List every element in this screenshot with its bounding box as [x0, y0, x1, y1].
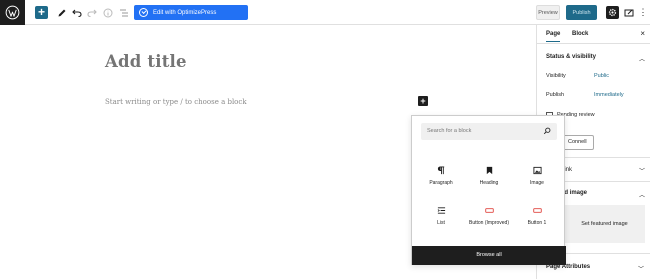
details-button[interactable] [102, 5, 114, 20]
paragraph-icon [437, 165, 444, 174]
redo-icon [87, 9, 97, 17]
search-icon [543, 127, 551, 135]
list-view-icon [120, 9, 128, 16]
chevron-down-icon[interactable]: ﹀ [638, 264, 644, 273]
heading-icon [486, 166, 492, 174]
publish-label: Publish [546, 92, 565, 98]
block-item-paragraph[interactable]: Paragraph [417, 164, 465, 200]
gear-icon [608, 8, 617, 17]
browse-all-button[interactable]: Browse all [412, 246, 566, 265]
redo-button[interactable] [86, 5, 98, 20]
block-item-button-1[interactable]: Button 1 [513, 204, 561, 240]
block-inserter-popover: Search for a block Paragraph Heading Ima… [411, 115, 566, 265]
wordpress-logo-button[interactable] [0, 0, 25, 25]
block-item-heading[interactable]: Heading [465, 164, 513, 200]
editor-toolbar: + Edit with OptimizePress Preview Publis… [0, 0, 650, 25]
publish-date-value[interactable]: Immediately [594, 92, 624, 98]
optimizepress-label: Edit with OptimizePress [153, 9, 217, 16]
block-item-button-improved[interactable]: Button (Improved) [465, 204, 513, 240]
block-item-label: List [437, 220, 445, 226]
more-options-button[interactable]: ⋮ [639, 5, 648, 20]
visibility-label: Visibility [546, 73, 566, 79]
block-search-placeholder: Search for a block [427, 128, 472, 134]
chevron-up-icon[interactable]: ︿ [639, 54, 645, 63]
add-block-button[interactable]: + [35, 6, 48, 19]
wordpress-icon [5, 5, 20, 20]
image-icon [532, 166, 542, 174]
tab-page[interactable]: Page [546, 31, 561, 42]
undo-icon [72, 9, 82, 17]
info-icon [103, 8, 113, 17]
tab-block[interactable]: Block [572, 31, 588, 37]
block-item-label: Button (Improved) [468, 220, 510, 226]
inline-add-block-button[interactable]: + [418, 96, 428, 106]
settings-button[interactable] [606, 6, 619, 19]
publish-button[interactable]: Publish [566, 5, 597, 20]
block-placeholder[interactable]: Start writing or type / to choose a bloc… [105, 98, 247, 106]
chevron-up-icon[interactable]: ︿ [639, 190, 645, 199]
button-icon [532, 207, 542, 213]
chevron-down-icon: ﹀ [638, 169, 645, 175]
block-item-label: Button 1 [527, 220, 547, 226]
edit-panel-icon [624, 9, 634, 16]
post-title-input[interactable]: Add title [105, 52, 187, 71]
undo-button[interactable] [71, 5, 83, 20]
block-item-image[interactable]: Image [513, 164, 561, 200]
optimizepress-panel-button[interactable] [624, 5, 634, 20]
sidebar-tabs: Page Block × [537, 25, 650, 44]
edit-with-optimizepress-button[interactable]: Edit with OptimizePress [134, 5, 248, 20]
list-view-button[interactable] [118, 5, 130, 20]
block-search-input[interactable]: Search for a block [421, 123, 557, 140]
pencil-icon [58, 9, 66, 16]
optimizepress-icon [139, 8, 148, 17]
block-item-label: Heading [479, 180, 499, 186]
preview-button[interactable]: Preview [536, 5, 560, 20]
block-item-label: Paragraph [429, 180, 453, 186]
close-sidebar-button[interactable]: × [640, 29, 645, 38]
list-icon [437, 206, 445, 214]
panel-title[interactable]: Status & visibility [546, 54, 596, 60]
button-icon [484, 207, 494, 213]
tools-button[interactable] [56, 5, 68, 20]
visibility-value[interactable]: Public [594, 73, 609, 79]
block-item-label: Image [530, 180, 544, 186]
block-item-list[interactable]: List [417, 204, 465, 240]
